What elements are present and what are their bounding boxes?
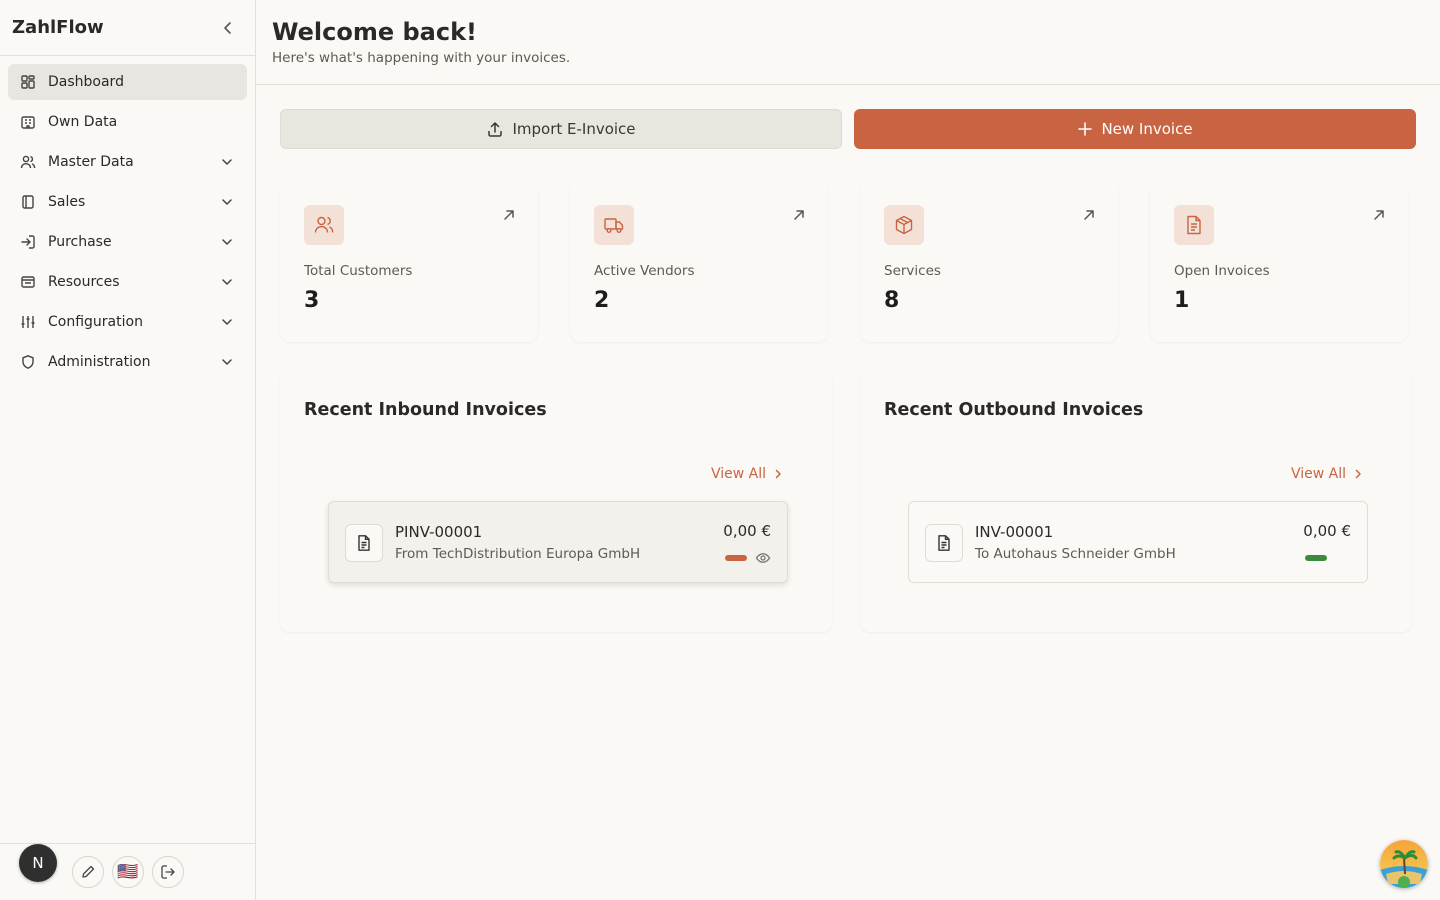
upload-icon <box>488 122 503 137</box>
stat-card-vendors[interactable]: Active Vendors 2 <box>570 180 828 342</box>
box-icon <box>884 205 924 245</box>
chevron-down-icon <box>219 194 235 210</box>
sidebar-item-master-data[interactable]: Master Data <box>8 144 247 180</box>
theme-button[interactable] <box>72 856 104 888</box>
panel-title: Recent Inbound Invoices <box>304 400 547 420</box>
invoice-amount: 0,00 € <box>723 522 771 540</box>
sidebar-item-label: Configuration <box>48 314 143 330</box>
sidebar-item-sales[interactable]: Sales <box>8 184 247 220</box>
document-icon <box>345 524 383 562</box>
arrow-up-right-icon[interactable] <box>1082 208 1096 222</box>
arrow-up-right-icon[interactable] <box>1372 208 1386 222</box>
app-brand: ZahlFlow <box>12 17 104 38</box>
status-badge <box>1305 555 1327 561</box>
stat-label: Services <box>884 263 941 279</box>
document-icon <box>925 524 963 562</box>
page-header: Welcome back! Here's what's happening wi… <box>256 0 1440 85</box>
sidebar-item-label: Purchase <box>48 234 112 250</box>
sidebar-item-label: Administration <box>48 354 151 370</box>
invoice-number: INV-00001 <box>975 523 1054 541</box>
stat-label: Total Customers <box>304 263 413 279</box>
sliders-icon <box>20 314 36 330</box>
user-avatar[interactable]: N <box>19 844 57 882</box>
panel-title: Recent Outbound Invoices <box>884 400 1144 420</box>
users-icon <box>20 154 36 170</box>
invoice-amount: 0,00 € <box>1303 522 1351 540</box>
sidebar-item-label: Own Data <box>48 114 118 130</box>
view-all-inbound-link[interactable]: View All <box>711 466 784 482</box>
invoice-number: PINV-00001 <box>395 523 483 541</box>
chevron-down-icon <box>219 314 235 330</box>
chevron-down-icon <box>219 234 235 250</box>
chevron-down-icon <box>219 154 235 170</box>
import-button-label: Import E-Invoice <box>512 120 636 138</box>
document-icon <box>1174 205 1214 245</box>
new-invoice-button[interactable]: New Invoice <box>854 109 1416 149</box>
sidebar-item-label: Master Data <box>48 154 134 170</box>
chevron-down-icon <box>219 354 235 370</box>
stat-label: Open Invoices <box>1174 263 1270 279</box>
invoice-party: To Autohaus Schneider GmbH <box>975 546 1176 562</box>
logout-icon <box>161 865 175 879</box>
sidebar-item-dashboard[interactable]: Dashboard <box>8 64 247 100</box>
sidebar-item-label: Sales <box>48 194 86 210</box>
assistant-launcher-icon[interactable] <box>1380 840 1428 888</box>
eye-icon[interactable] <box>755 550 771 566</box>
us-flag-icon: 🇺🇸 <box>117 862 139 882</box>
recent-inbound-panel: Recent Inbound Invoices View All PINV-00… <box>280 370 832 632</box>
status-badge <box>725 555 747 561</box>
users-icon <box>304 205 344 245</box>
chevron-right-icon <box>775 469 781 479</box>
sidebar-item-configuration[interactable]: Configuration <box>8 304 247 340</box>
sidebar-nav: Dashboard Own Data Master Data Sales Pur… <box>8 64 247 384</box>
truck-icon <box>594 205 634 245</box>
divider <box>0 55 255 56</box>
sidebar-item-own-data[interactable]: Own Data <box>8 104 247 140</box>
arrow-up-right-icon[interactable] <box>502 208 516 222</box>
arrow-up-right-icon[interactable] <box>792 208 806 222</box>
dashboard-icon <box>20 74 36 90</box>
book-icon <box>20 194 36 210</box>
stat-value: 2 <box>594 288 610 313</box>
sidebar-item-label: Dashboard <box>48 74 124 90</box>
shield-icon <box>20 354 36 370</box>
sidebar-item-label: Resources <box>48 274 120 290</box>
stat-value: 1 <box>1174 288 1190 313</box>
sidebar-item-purchase[interactable]: Purchase <box>8 224 247 260</box>
pen-icon <box>82 865 95 878</box>
stat-card-open-invoices[interactable]: Open Invoices 1 <box>1150 180 1408 342</box>
invoice-list-item[interactable]: INV-00001 To Autohaus Schneider GmbH 0,0… <box>908 501 1368 583</box>
sidebar: ZahlFlow Dashboard Own Data Master Data <box>0 0 256 900</box>
chevron-left-icon <box>224 22 231 34</box>
invoice-list-item[interactable]: PINV-00001 From TechDistribution Europa … <box>328 501 788 583</box>
inbox-icon <box>20 274 36 290</box>
collapse-sidebar-button[interactable] <box>218 18 238 38</box>
view-all-outbound-link[interactable]: View All <box>1291 466 1364 482</box>
chevron-down-icon <box>219 274 235 290</box>
new-invoice-label: New Invoice <box>1101 120 1193 138</box>
logout-button[interactable] <box>152 856 184 888</box>
chevron-right-icon <box>1355 469 1361 479</box>
recent-outbound-panel: Recent Outbound Invoices View All INV-00… <box>860 370 1412 632</box>
language-button[interactable]: 🇺🇸 <box>112 856 144 888</box>
import-e-invoice-button[interactable]: Import E-Invoice <box>280 109 842 149</box>
page-title: Welcome back! <box>272 18 477 46</box>
login-icon <box>20 234 36 250</box>
view-all-label: View All <box>710 466 766 482</box>
plus-icon <box>1078 122 1093 136</box>
stat-label: Active Vendors <box>594 263 695 279</box>
stat-card-services[interactable]: Services 8 <box>860 180 1118 342</box>
sidebar-item-resources[interactable]: Resources <box>8 264 247 300</box>
stat-card-customers[interactable]: Total Customers 3 <box>280 180 538 342</box>
stat-value: 3 <box>304 288 320 313</box>
view-all-label: View All <box>1290 466 1346 482</box>
stat-value: 8 <box>884 288 900 313</box>
page-subtitle: Here's what's happening with your invoic… <box>272 50 571 66</box>
sidebar-item-administration[interactable]: Administration <box>8 344 247 380</box>
invoice-party: From TechDistribution Europa GmbH <box>395 546 641 562</box>
building-icon <box>20 114 36 130</box>
